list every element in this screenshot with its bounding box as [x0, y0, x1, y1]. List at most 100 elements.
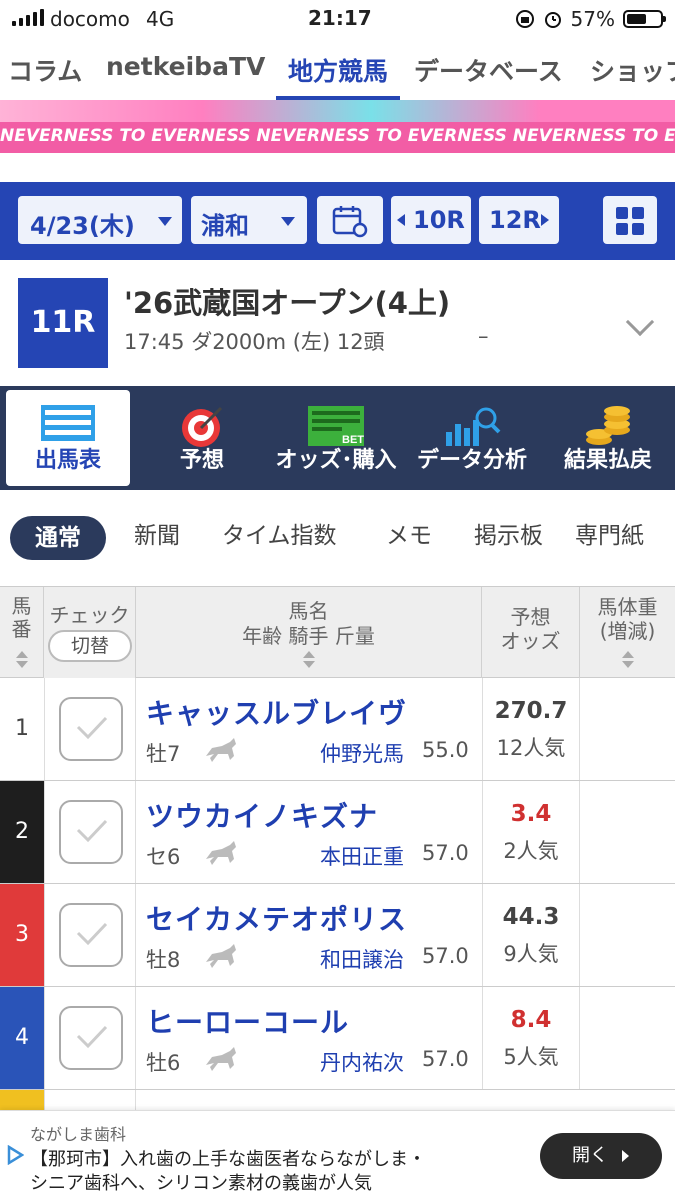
jockey-name[interactable]: 仲野光馬 [320, 738, 404, 768]
menu-entries[interactable]: 出馬表 [6, 390, 130, 486]
checkbox[interactable] [59, 1006, 123, 1070]
nav-database[interactable]: データベース [414, 52, 563, 88]
status-bar: docomo 4G 21:17 57% [0, 0, 675, 36]
check-cell [44, 678, 136, 780]
top-nav: コラム netkeibaTV 地方競馬 データベース ショップ [0, 36, 675, 100]
odds-value: 3.4 [510, 801, 552, 827]
race-selector-bar: 4/23(木) 浦和 10R 12R [0, 182, 675, 260]
ad-text-line2: シニア歯科へ、シリコン素材の義歯が人気 [30, 1173, 372, 1194]
checkbox[interactable] [59, 903, 123, 967]
col-body-weight[interactable]: 馬体重 (増減) [580, 587, 675, 679]
date-value: 4/23(木) [30, 212, 135, 240]
horse-icon [206, 1047, 236, 1071]
col-body-weight-label: 馬体重 (増減) [597, 595, 658, 643]
horse-icon [206, 738, 236, 762]
table-row[interactable]: 4 ヒーローコール 牡6 丹内祐次 57.0 8.4 5人気 [0, 987, 675, 1090]
race-menu: 出馬表 予想 BET オッズ･購入 データ分析 結果払戻 [0, 386, 675, 490]
popularity: 12人気 [496, 736, 566, 760]
clock: 21:17 [308, 6, 372, 30]
check-icon [76, 819, 108, 843]
table-row[interactable]: 2 ツウカイノキズナ セ6 本田正重 57.0 3.4 2人気 [0, 781, 675, 884]
check-cell [44, 884, 136, 986]
menu-odds-purchase[interactable]: BET オッズ･購入 [274, 390, 398, 486]
carried-weight: 55.0 [422, 738, 469, 762]
col-odds[interactable]: 予想 オッズ [482, 587, 580, 679]
horse-number: 1 [0, 678, 44, 780]
arrow-right-icon [541, 214, 549, 226]
tab-board[interactable]: 掲示板 [474, 516, 543, 550]
col-odds-label: 予想 オッズ [500, 605, 561, 653]
next-race-button[interactable]: 12R [479, 196, 559, 244]
sex-age: 牡7 [146, 742, 181, 766]
toggle-button[interactable]: 切替 [48, 630, 132, 662]
menu-label: データ分析 [416, 448, 527, 473]
chevron-down-icon[interactable] [625, 307, 655, 337]
banner-text: NEVERNESS TO EVERNESS NEVERNESS TO EVERN… [0, 126, 675, 146]
menu-label: 結果払戻 [563, 448, 652, 473]
horse-name[interactable]: ヒーローコール [146, 1001, 349, 1041]
carried-weight: 57.0 [422, 944, 469, 968]
table-row[interactable]: 3 セイカメテオポリス 牡8 和田譲治 57.0 44.3 9人気 [0, 884, 675, 987]
sex-age: 牡8 [146, 948, 181, 972]
tab-memo[interactable]: メモ [386, 516, 432, 550]
popularity: 5人気 [503, 1045, 559, 1069]
carrier-label: docomo [50, 7, 130, 31]
horse-number: 2 [0, 781, 44, 883]
sex-age: セ6 [146, 845, 181, 869]
network-label: 4G [146, 7, 175, 31]
checkbox[interactable] [59, 800, 123, 864]
menu-prediction[interactable]: 予想 [140, 390, 264, 486]
jockey-name[interactable]: 本田正重 [320, 841, 404, 871]
orientation-lock-icon [515, 10, 534, 28]
jockey-name[interactable]: 丹内祐次 [320, 1047, 404, 1077]
grid-menu-button[interactable] [603, 196, 657, 244]
nav-local-racing[interactable]: 地方競馬 [288, 52, 388, 88]
bottom-ad[interactable]: ながしま歯科 【那珂市】入れ歯の上手な歯医者ならながしま・ シニア歯科へ、シリコ… [0, 1110, 675, 1200]
jockey-name[interactable]: 和田譲治 [320, 944, 404, 974]
check-cell [44, 987, 136, 1089]
ad-choices-icon [7, 1145, 24, 1165]
horse-name[interactable]: セイカメテオポリス [146, 898, 407, 938]
odds-cell: 3.4 2人気 [482, 781, 580, 883]
ad-open-button[interactable]: 開く [540, 1133, 662, 1179]
col-umaban[interactable]: 馬番 [0, 587, 44, 679]
check-icon [76, 922, 108, 946]
race-number-badge: 11R [18, 278, 108, 368]
race-grade: – [478, 324, 489, 348]
tab-expert-paper[interactable]: 専門紙 [575, 516, 644, 550]
table-row[interactable]: 1 キャッスルブレイヴ 牡7 仲野光馬 55.0 270.7 12人気 [0, 678, 675, 781]
checkbox[interactable] [59, 697, 123, 761]
nav-netkeibatv[interactable]: netkeibaTV [106, 52, 265, 81]
horse-number: 4 [0, 987, 44, 1089]
check-icon [76, 1025, 108, 1049]
race-header[interactable]: 11R '26武蔵国オープン(4上) 17:45 ダ2000m (左) 12頭 … [0, 260, 675, 386]
date-select[interactable]: 4/23(木) [18, 196, 182, 244]
prev-race-button[interactable]: 10R [391, 196, 471, 244]
banner-graphic [0, 100, 675, 122]
tab-newspaper[interactable]: 新聞 [134, 516, 180, 550]
ad-text-line1: 【那珂市】入れ歯の上手な歯医者ならながしま・ [30, 1149, 426, 1170]
ad-open-label: 開く [572, 1145, 608, 1166]
table-header: 馬番 チェック 切替 馬名 年齢 騎手 斤量 予想 オッズ 馬体重 (増減) [0, 586, 675, 679]
battery-percent: 57% [570, 7, 615, 31]
calendar-button[interactable] [317, 196, 383, 244]
alarm-icon [544, 12, 561, 28]
nav-column[interactable]: コラム [8, 52, 82, 88]
menu-data-analysis[interactable]: データ分析 [410, 390, 534, 486]
nav-shop[interactable]: ショップ [590, 52, 675, 88]
horse-name[interactable]: キャッスルブレイヴ [146, 692, 407, 732]
banner-ad[interactable]: NEVERNESS TO EVERNESS NEVERNESS TO EVERN… [0, 100, 675, 153]
horse-name[interactable]: ツウカイノキズナ [146, 795, 378, 835]
horse-icon [206, 944, 236, 968]
view-tabs: 通常 新聞 タイム指数 メモ 掲示板 専門紙 [0, 490, 675, 586]
tab-normal[interactable]: 通常 [10, 516, 106, 560]
menu-results[interactable]: 結果払戻 [546, 390, 670, 486]
battery-icon [623, 10, 666, 28]
sex-age: 牡6 [146, 1051, 181, 1075]
tab-time-index[interactable]: タイム指数 [222, 516, 337, 550]
ad-source: ながしま歯科 [30, 1125, 127, 1144]
col-horse[interactable]: 馬名 年齢 騎手 斤量 [136, 587, 482, 679]
venue-select[interactable]: 浦和 [191, 196, 307, 244]
play-icon [622, 1150, 629, 1162]
col-check-label: チェック [49, 603, 130, 627]
